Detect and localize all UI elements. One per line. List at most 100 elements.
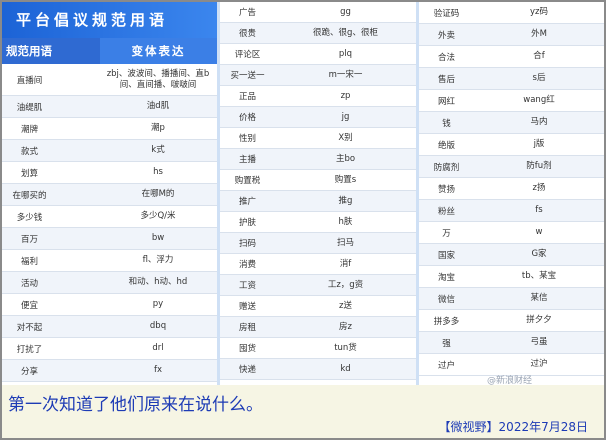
table-row: 粉丝 fs xyxy=(419,200,604,222)
variant-term: tb、某宝 xyxy=(521,271,557,281)
table-title: 平台倡议规范用语 xyxy=(2,2,217,38)
row-list-1: 直播间 zbj、波波间、播播间、直b间、直间播、啵啵间油缇肌 油d肌潮牌 潮p 款式 k式… xyxy=(2,64,217,385)
table-row: 微信 某信 xyxy=(419,288,604,310)
standard-term: 购置税 xyxy=(234,176,261,186)
variant-term: dbq xyxy=(149,321,167,331)
standard-term: 快递 xyxy=(238,365,256,375)
standard-term: 广告 xyxy=(238,8,256,18)
standard-term: 房租 xyxy=(238,323,256,333)
table-row: 对不起 dbq xyxy=(2,316,217,338)
variant-term: w xyxy=(535,227,543,237)
variant-term: yz码 xyxy=(530,7,548,17)
table-row: 价格 jg xyxy=(220,107,416,128)
table-row: 多少钱 多少Q/米 xyxy=(2,206,217,228)
variant-term: 油d肌 xyxy=(146,101,170,111)
standard-term: 很贵 xyxy=(238,29,256,39)
table-row: 绝版 j版 xyxy=(419,134,604,156)
standard-term: 评论区 xyxy=(234,50,261,60)
variant-term: G家 xyxy=(531,249,547,259)
table-row: 工资 工z，g资 xyxy=(220,275,416,296)
standard-term: 微信 xyxy=(437,294,455,305)
standard-term: 赠送 xyxy=(238,302,256,312)
variant-term: zp xyxy=(340,90,351,101)
variant-term: s后 xyxy=(532,73,546,83)
table-row: 很贵 很跪、很g、很柜 xyxy=(220,23,416,44)
variant-term: tun货 xyxy=(334,342,357,353)
table-row: 广告 gg xyxy=(220,2,416,23)
table-row: 推广 推g xyxy=(220,191,416,212)
table-row: 直播间 zbj、波波间、播播间、直b间、直间播、啵啵间 xyxy=(2,64,217,96)
standard-term: 款式 xyxy=(20,146,38,157)
standard-term: 外卖 xyxy=(437,30,455,41)
standard-term: 在哪买的 xyxy=(12,190,47,201)
table-row: 评论区 plq xyxy=(220,44,416,65)
standard-term: 验证码 xyxy=(433,8,460,19)
table-row: 打扰了 drl xyxy=(2,338,217,360)
table-row: 淘宝 tb、某宝 xyxy=(419,266,604,288)
variant-term: 工z，g资 xyxy=(327,279,364,290)
variant-term: 马内 xyxy=(530,117,548,127)
table-header: 规范用语 变体表达 xyxy=(2,38,217,64)
standard-term: 直播间 xyxy=(16,75,43,86)
standard-term: 潮牌 xyxy=(20,124,38,135)
row-list-2: 广告 gg 很贵 很跪、很g、很柜 评论区 plq 买一送一 m一宋一 正品 zp 价格 jg 性别 X别… xyxy=(220,2,416,380)
table-row: 验证码 yz码 xyxy=(419,2,604,24)
variant-term: 房z xyxy=(339,321,352,332)
standard-term: 百万 xyxy=(20,234,38,245)
table-panel-2: 广告 gg 很贵 很跪、很g、很柜 评论区 plq 买一送一 m一宋一 正品 zp 价格 jg 性别 X别… xyxy=(220,2,416,385)
standard-term: 便宜 xyxy=(20,300,38,311)
variant-term: 外M xyxy=(531,29,547,39)
standard-term: 福利 xyxy=(20,256,38,267)
table-row: 分享 fx xyxy=(2,360,217,382)
table-row: 款式 k式 xyxy=(2,140,217,162)
table-row: 推荐t荐 xyxy=(2,382,217,385)
table-panel-1: 平台倡议规范用语 规范用语 变体表达 直播间 zbj、波波间、播播间、直b间、直间… xyxy=(2,2,217,385)
standard-term: 粉丝 xyxy=(437,206,455,217)
standard-term: 分享 xyxy=(20,366,38,377)
variant-term: 防fu剂 xyxy=(526,161,552,171)
standard-term: 防腐剂 xyxy=(433,162,460,173)
variant-term: 合f xyxy=(533,51,545,61)
table-row: 便宜 py xyxy=(2,294,217,316)
standard-term: 合法 xyxy=(437,52,455,63)
standard-term: 淘宝 xyxy=(437,272,455,283)
variant-term: 潮p xyxy=(151,123,165,133)
variant-term: hs xyxy=(153,167,163,177)
variant-term: 主bo xyxy=(335,153,356,164)
standard-term: 打扰了 xyxy=(16,344,43,355)
standard-term: 绝版 xyxy=(437,140,455,151)
variant-term: z扬 xyxy=(532,183,546,193)
header-variant: 变体表达 xyxy=(131,44,186,58)
standard-term: 售后 xyxy=(437,74,455,85)
variant-term: wang红 xyxy=(523,95,555,105)
table-row: 外卖 外M xyxy=(419,24,604,46)
variant-term: py xyxy=(152,299,164,309)
standard-term: 推广 xyxy=(238,197,256,207)
standard-term: 正品 xyxy=(238,92,256,102)
standard-term: 性别 xyxy=(238,134,256,144)
table-row: 买一送一 m一宋一 xyxy=(220,65,416,86)
caption: 第一次知道了他们原来在说什么。 xyxy=(8,395,263,415)
watermark: @新浪财经 xyxy=(487,376,533,386)
standard-term: 油缇肌 xyxy=(16,102,43,113)
standard-term: 对不起 xyxy=(16,322,43,333)
standard-term: 万 xyxy=(442,228,451,239)
standard-term: 网红 xyxy=(437,96,455,107)
table-row: 福利 fl、浮力 xyxy=(2,250,217,272)
table-row: 油缇肌 油d肌 xyxy=(2,96,217,118)
table-row: 囤货 tun货 xyxy=(220,338,416,359)
header-standard: 规范用语 xyxy=(2,38,100,64)
variant-term: fl、浮力 xyxy=(142,255,174,265)
table-row: 主播 主bo xyxy=(220,149,416,170)
table-row: 购置税 购置s xyxy=(220,170,416,191)
table-row: 快递 kd xyxy=(220,359,416,380)
standard-term: 强 xyxy=(442,338,451,349)
table-row: 划算 hs xyxy=(2,162,217,184)
standard-term: 多少钱 xyxy=(16,212,43,223)
variant-term: j版 xyxy=(533,139,545,149)
variant-term: jg xyxy=(341,111,350,122)
table-row: 钱 马内 xyxy=(419,112,604,134)
standard-term: 消费 xyxy=(238,260,256,270)
standard-term: 囤货 xyxy=(238,344,256,354)
variant-term: 推g xyxy=(338,195,353,206)
